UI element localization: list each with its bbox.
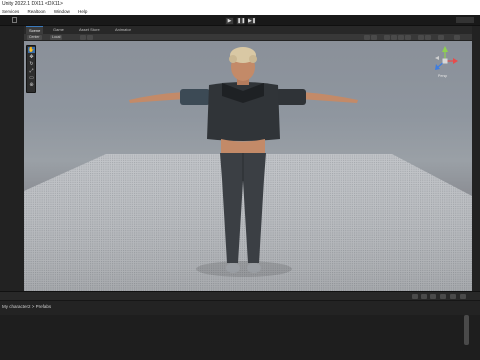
breadcrumb[interactable]: My character2 > Prefabs: [0, 300, 480, 315]
lock-icon[interactable]: [440, 294, 446, 299]
console-tab-bar: [0, 291, 480, 300]
scene-tools-panel: ✋ ✥ ↻ ⤢ ▭ ⊕: [26, 45, 36, 93]
pause-button[interactable]: ❚❚: [236, 16, 245, 25]
view-tool-icon[interactable]: ✋: [28, 47, 35, 53]
filter-icon[interactable]: [421, 294, 427, 299]
snap-icon[interactable]: [87, 35, 93, 40]
step-button[interactable]: ▶❚: [247, 16, 256, 25]
rect-tool-icon[interactable]: ▭: [28, 75, 35, 81]
play-button[interactable]: ▶: [225, 16, 234, 25]
tab-asset-store[interactable]: Asset Store: [76, 26, 103, 34]
hidden-icon[interactable]: [405, 35, 411, 40]
camera-icon[interactable]: [418, 35, 424, 40]
favorite-icon[interactable]: [430, 294, 436, 299]
grid-icon[interactable]: [80, 35, 86, 40]
scrollbar[interactable]: [464, 315, 469, 345]
tab-animator[interactable]: Animator: [112, 26, 134, 34]
eye-icon[interactable]: [450, 294, 456, 299]
tab-game[interactable]: Game: [50, 26, 67, 34]
projection-label[interactable]: Persp: [438, 74, 447, 78]
scene-toolbar: Center Local: [24, 34, 472, 41]
lighting-icon[interactable]: [384, 35, 390, 40]
menu-realtoon[interactable]: Realtoon: [28, 9, 46, 14]
project-browser[interactable]: [0, 315, 480, 360]
gizmos-icon[interactable]: [425, 35, 431, 40]
audio-icon[interactable]: [391, 35, 397, 40]
tab-scene[interactable]: Scene: [26, 26, 44, 34]
view-tabs: Scene Game Asset Store Animator: [24, 26, 472, 34]
rotate-tool-icon[interactable]: ↻: [28, 61, 35, 67]
globe-icon[interactable]: [364, 35, 370, 40]
menu-window[interactable]: Window: [54, 9, 70, 14]
scale-tool-icon[interactable]: ⤢: [28, 68, 35, 74]
menu-services[interactable]: Services: [2, 9, 19, 14]
more-icon[interactable]: [454, 35, 460, 40]
layout-dropdown[interactable]: [456, 17, 474, 23]
draw-mode-dropdown[interactable]: Center: [27, 35, 42, 40]
2d-toggle-icon[interactable]: [371, 35, 377, 40]
search-icon[interactable]: [438, 35, 444, 40]
effects-icon[interactable]: [398, 35, 404, 40]
menu-help[interactable]: Help: [78, 9, 87, 14]
window-title: Unity 2022.1 DX11 <DX11>: [0, 0, 480, 8]
orientation-gizmo[interactable]: [430, 45, 460, 77]
account-icon[interactable]: [12, 17, 17, 23]
left-panel: [0, 26, 24, 291]
scene-viewport[interactable]: [24, 41, 472, 291]
count-badge: [460, 294, 466, 299]
pivot-dropdown[interactable]: Local: [50, 35, 63, 40]
right-panel: [472, 26, 480, 291]
search-icon[interactable]: [412, 294, 418, 299]
move-tool-icon[interactable]: ✥: [28, 54, 35, 60]
transform-tool-icon[interactable]: ⊕: [28, 82, 35, 88]
menu-bar: Services Realtoon Window Help: [0, 8, 480, 15]
play-toolbar: ▶ ❚❚ ▶❚: [0, 15, 480, 26]
